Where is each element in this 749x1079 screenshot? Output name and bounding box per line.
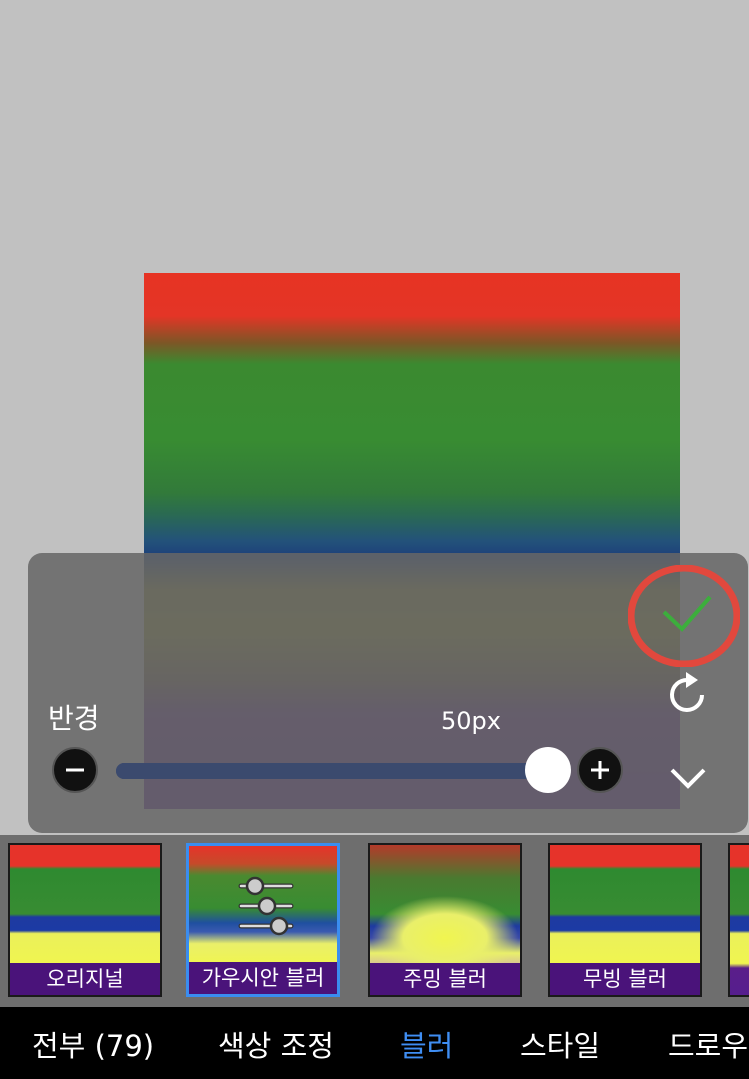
filter-thumb-moving-blur[interactable]: 무빙 블러 — [548, 843, 702, 997]
tab-blur[interactable]: 블러 — [400, 1023, 453, 1065]
radius-slider[interactable] — [116, 763, 552, 779]
reset-button[interactable] — [664, 668, 712, 718]
collapse-button[interactable] — [664, 760, 712, 796]
sliders-icon — [238, 876, 294, 936]
tab-all[interactable]: 전부 (79) — [32, 1023, 154, 1065]
filter-thumb-next[interactable] — [728, 843, 749, 997]
thumb-label: 무빙 블러 — [550, 963, 700, 995]
tab-color-adjust[interactable]: 색상 조정 — [218, 1023, 334, 1065]
apply-button[interactable] — [627, 564, 741, 668]
filter-thumb-gaussian-blur[interactable]: 가우시안 블러 — [186, 843, 340, 997]
minus-icon — [66, 768, 84, 772]
slider-thumb[interactable] — [525, 747, 571, 793]
thumb-label: 오리지널 — [10, 963, 160, 995]
slider-fill — [116, 763, 552, 779]
filter-thumb-original[interactable]: 오리지널 — [8, 843, 162, 997]
chevron-down-icon — [670, 768, 706, 789]
tab-draw[interactable]: 드로우 — [668, 1023, 748, 1065]
thumb-label: 주밍 블러 — [370, 963, 520, 995]
radius-value: 50px — [441, 707, 501, 735]
rotate-cw-icon — [670, 672, 704, 712]
filter-thumbnail-strip: 오리지널 가우시안 블러 주밍 블러 무빙 블러 — [0, 835, 749, 1007]
increase-button[interactable] — [577, 747, 623, 793]
category-tab-bar: 전부 (79) 색상 조정 블러 스타일 드로우 — [0, 1007, 749, 1079]
decrease-button[interactable] — [52, 747, 98, 793]
tab-style[interactable]: 스타일 — [520, 1023, 600, 1065]
radius-label: 반경 — [48, 702, 100, 735]
plus-icon — [591, 761, 609, 779]
filter-thumb-zoom-blur[interactable]: 주밍 블러 — [368, 843, 522, 997]
checkmark-icon — [662, 595, 712, 632]
thumb-label: 가우시안 블러 — [189, 962, 337, 994]
thumb-image — [730, 845, 749, 995]
highlight-circle — [627, 564, 741, 668]
